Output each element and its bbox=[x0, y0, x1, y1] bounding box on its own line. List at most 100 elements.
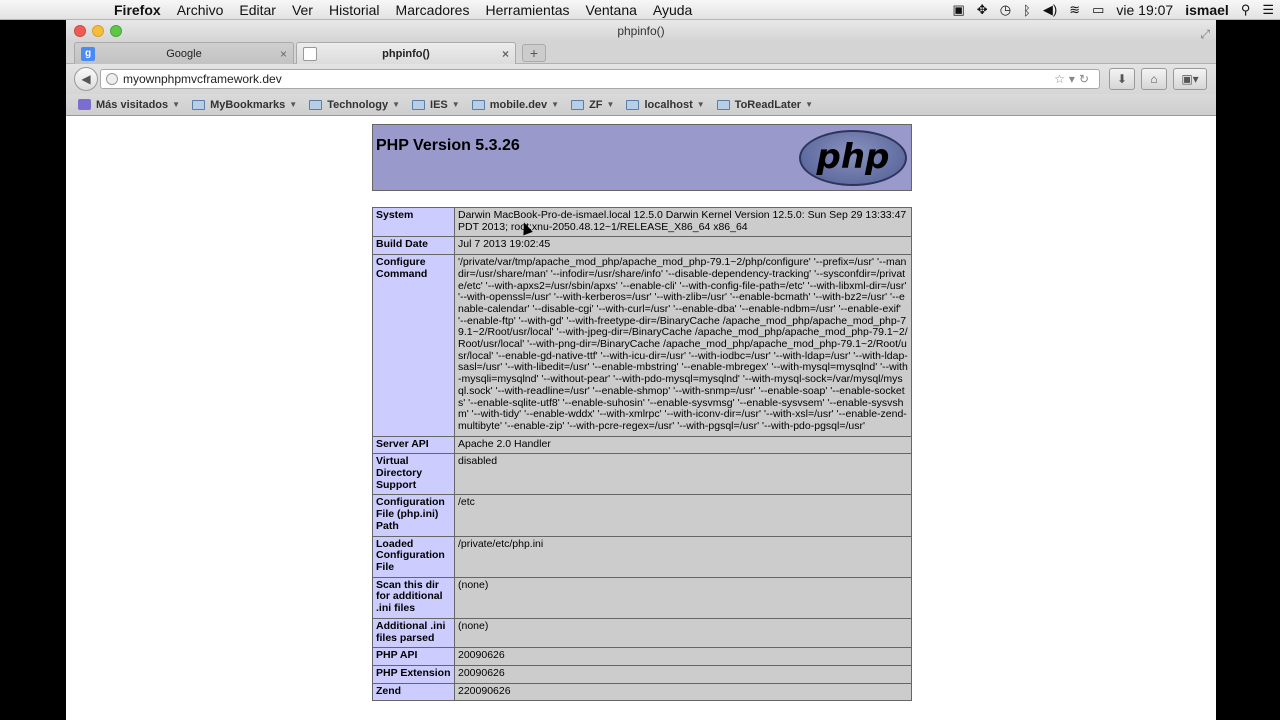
bookmark-zf[interactable]: ZF ▼ bbox=[571, 99, 614, 111]
search-icon[interactable]: ⚲ bbox=[1235, 2, 1257, 18]
bookmark-mybookmarks[interactable]: MyBookmarks ▼ bbox=[192, 99, 297, 111]
table-row: PHP API 20090626 bbox=[372, 647, 912, 666]
url-tools: ☆▾↻ bbox=[1054, 70, 1093, 88]
php-logo[interactable]: php bbox=[799, 130, 907, 186]
bookmark-label: ZF bbox=[589, 98, 603, 111]
tab-label: Google bbox=[166, 48, 202, 60]
row-key: Zend bbox=[372, 682, 455, 702]
timemachine-icon[interactable]: ◷ bbox=[994, 2, 1017, 18]
tab-label: phpinfo() bbox=[382, 48, 430, 60]
battery-icon[interactable]: ▭ bbox=[1086, 2, 1110, 18]
user-name[interactable]: ismael bbox=[1179, 2, 1235, 18]
table-row: Server API Apache 2.0 Handler bbox=[372, 435, 912, 455]
chevron-down-icon: ▼ bbox=[696, 100, 705, 109]
download-icon: ⬇ bbox=[1116, 72, 1128, 86]
page-favicon-icon bbox=[303, 47, 317, 61]
bookmark-technology[interactable]: Technology ▼ bbox=[309, 99, 400, 111]
star-icon[interactable]: ☆ bbox=[1054, 72, 1069, 86]
chevron-down-icon: ▼ bbox=[289, 100, 298, 109]
volume-icon[interactable]: ◀) bbox=[1037, 2, 1063, 18]
tab-phpinfo[interactable]: phpinfo() × bbox=[296, 42, 516, 64]
table-row: Virtual Directory Support disabled bbox=[372, 453, 912, 496]
menu-app[interactable]: Firefox bbox=[106, 2, 169, 18]
bookmarks-toolbar: Más visitados ▼ MyBookmarks ▼ Technology ▼ … bbox=[66, 94, 1216, 116]
row-key: System bbox=[372, 206, 455, 238]
row-value: 220090626 bbox=[454, 682, 912, 702]
menu-marcadores[interactable]: Marcadores bbox=[388, 2, 478, 18]
close-tab-icon[interactable]: × bbox=[502, 43, 509, 65]
chevron-down-icon: ▼ bbox=[172, 100, 181, 109]
bookmark-label: MyBookmarks bbox=[210, 98, 286, 111]
menu-ventana[interactable]: Ventana bbox=[578, 2, 645, 18]
bookmark-label: ToReadLater bbox=[734, 98, 802, 111]
folder-icon bbox=[192, 99, 206, 110]
row-key: PHP Extension bbox=[372, 664, 455, 684]
php-header: PHP Version 5.3.26 php bbox=[372, 124, 912, 191]
row-value: /private/etc/php.ini bbox=[454, 535, 912, 578]
chevron-down-icon: ▼ bbox=[392, 100, 401, 109]
tab-google[interactable]: g Google × bbox=[74, 42, 294, 64]
camera-icon[interactable]: ▣ bbox=[947, 2, 971, 18]
bookmark-label: Technology bbox=[327, 98, 389, 111]
bookmark-mas-visitados[interactable]: Más visitados ▼ bbox=[78, 99, 180, 111]
bookmark-toreadlater[interactable]: ToReadLater ▼ bbox=[716, 98, 814, 111]
pin-icon[interactable]: ✥ bbox=[971, 2, 994, 18]
menu-bar: Firefox Archivo Editar Ver Historial Mar… bbox=[0, 0, 1280, 20]
bookmark-mobile-dev[interactable]: mobile.dev ▼ bbox=[471, 99, 560, 111]
table-row: Scan this dir for additional .ini files(… bbox=[372, 576, 912, 619]
folder-icon bbox=[471, 99, 485, 110]
url-text: myownphpmvcframework.dev bbox=[123, 72, 282, 86]
site-identity-icon[interactable] bbox=[106, 73, 118, 85]
menu-ver[interactable]: Ver bbox=[284, 2, 321, 18]
php-logo-text: php bbox=[816, 137, 890, 177]
close-tab-icon[interactable]: × bbox=[280, 43, 287, 65]
chevron-down-icon: ▼ bbox=[451, 100, 460, 109]
row-value: (none) bbox=[454, 617, 912, 649]
dropdown-icon[interactable]: ▾ bbox=[1069, 72, 1079, 86]
menu-archivo[interactable]: Archivo bbox=[169, 2, 232, 18]
list-icon[interactable]: ☰ bbox=[1256, 2, 1280, 18]
minimize-window-button[interactable] bbox=[92, 25, 104, 37]
chevron-down-icon: ▼ bbox=[805, 100, 814, 109]
row-key: Virtual Directory Support bbox=[372, 453, 455, 496]
menu-button[interactable]: ▣▾ bbox=[1173, 68, 1207, 90]
row-value: 20090626 bbox=[454, 647, 912, 666]
new-tab-button[interactable]: + bbox=[522, 44, 546, 62]
phpinfo-page: PHP Version 5.3.26 php System Darwin MacB… bbox=[372, 124, 912, 702]
chevron-down-icon: ▼ bbox=[551, 100, 560, 109]
row-value: Apache 2.0 Handler bbox=[454, 435, 912, 455]
row-key: Build Date bbox=[372, 236, 455, 256]
table-row: Additional .ini files parsed (none) bbox=[372, 617, 912, 649]
bluetooth-icon[interactable]: ᛒ bbox=[1017, 3, 1037, 18]
row-value: /etc bbox=[454, 494, 912, 537]
reload-icon[interactable]: ↻ bbox=[1079, 72, 1093, 86]
table-row: Loaded Configuration File/private/etc/ph… bbox=[372, 535, 912, 578]
menu-ayuda[interactable]: Ayuda bbox=[645, 2, 700, 18]
google-favicon-icon: g bbox=[81, 47, 95, 61]
row-value: 20090626 bbox=[454, 664, 912, 684]
downloads-button[interactable]: ⬇ bbox=[1109, 68, 1135, 90]
bookmark-ies[interactable]: IES ▼ bbox=[412, 99, 460, 111]
row-value: Jul 7 2013 19:02:45 bbox=[454, 236, 912, 256]
folder-icon bbox=[571, 99, 585, 110]
row-key: Additional .ini files parsed bbox=[372, 617, 455, 649]
tab-strip: g Google × phpinfo() × + bbox=[66, 42, 1216, 64]
clock[interactable]: vie 19:07 bbox=[1110, 2, 1179, 18]
home-button[interactable]: ⌂ bbox=[1141, 68, 1167, 90]
menu-herramientas[interactable]: Herramientas bbox=[477, 2, 577, 18]
row-key: PHP API bbox=[372, 647, 455, 666]
bookmark-label: localhost bbox=[644, 98, 693, 111]
menu-historial[interactable]: Historial bbox=[321, 2, 388, 18]
url-bar[interactable]: myownphpmvcframework.dev ☆▾↻ bbox=[100, 69, 1100, 89]
close-window-button[interactable] bbox=[74, 25, 86, 37]
row-key: Loaded Configuration File bbox=[372, 535, 455, 578]
bookmark-localhost[interactable]: localhost ▼ bbox=[626, 98, 705, 111]
folder-icon bbox=[412, 99, 426, 110]
row-value: disabled bbox=[454, 453, 912, 496]
wifi-icon[interactable]: ≋ bbox=[1063, 2, 1086, 18]
folder-icon bbox=[309, 99, 323, 110]
back-button[interactable]: ◀ bbox=[74, 67, 98, 91]
row-key: Configure Command bbox=[372, 254, 455, 437]
menu-editar[interactable]: Editar bbox=[231, 2, 284, 18]
zoom-window-button[interactable] bbox=[110, 25, 122, 37]
